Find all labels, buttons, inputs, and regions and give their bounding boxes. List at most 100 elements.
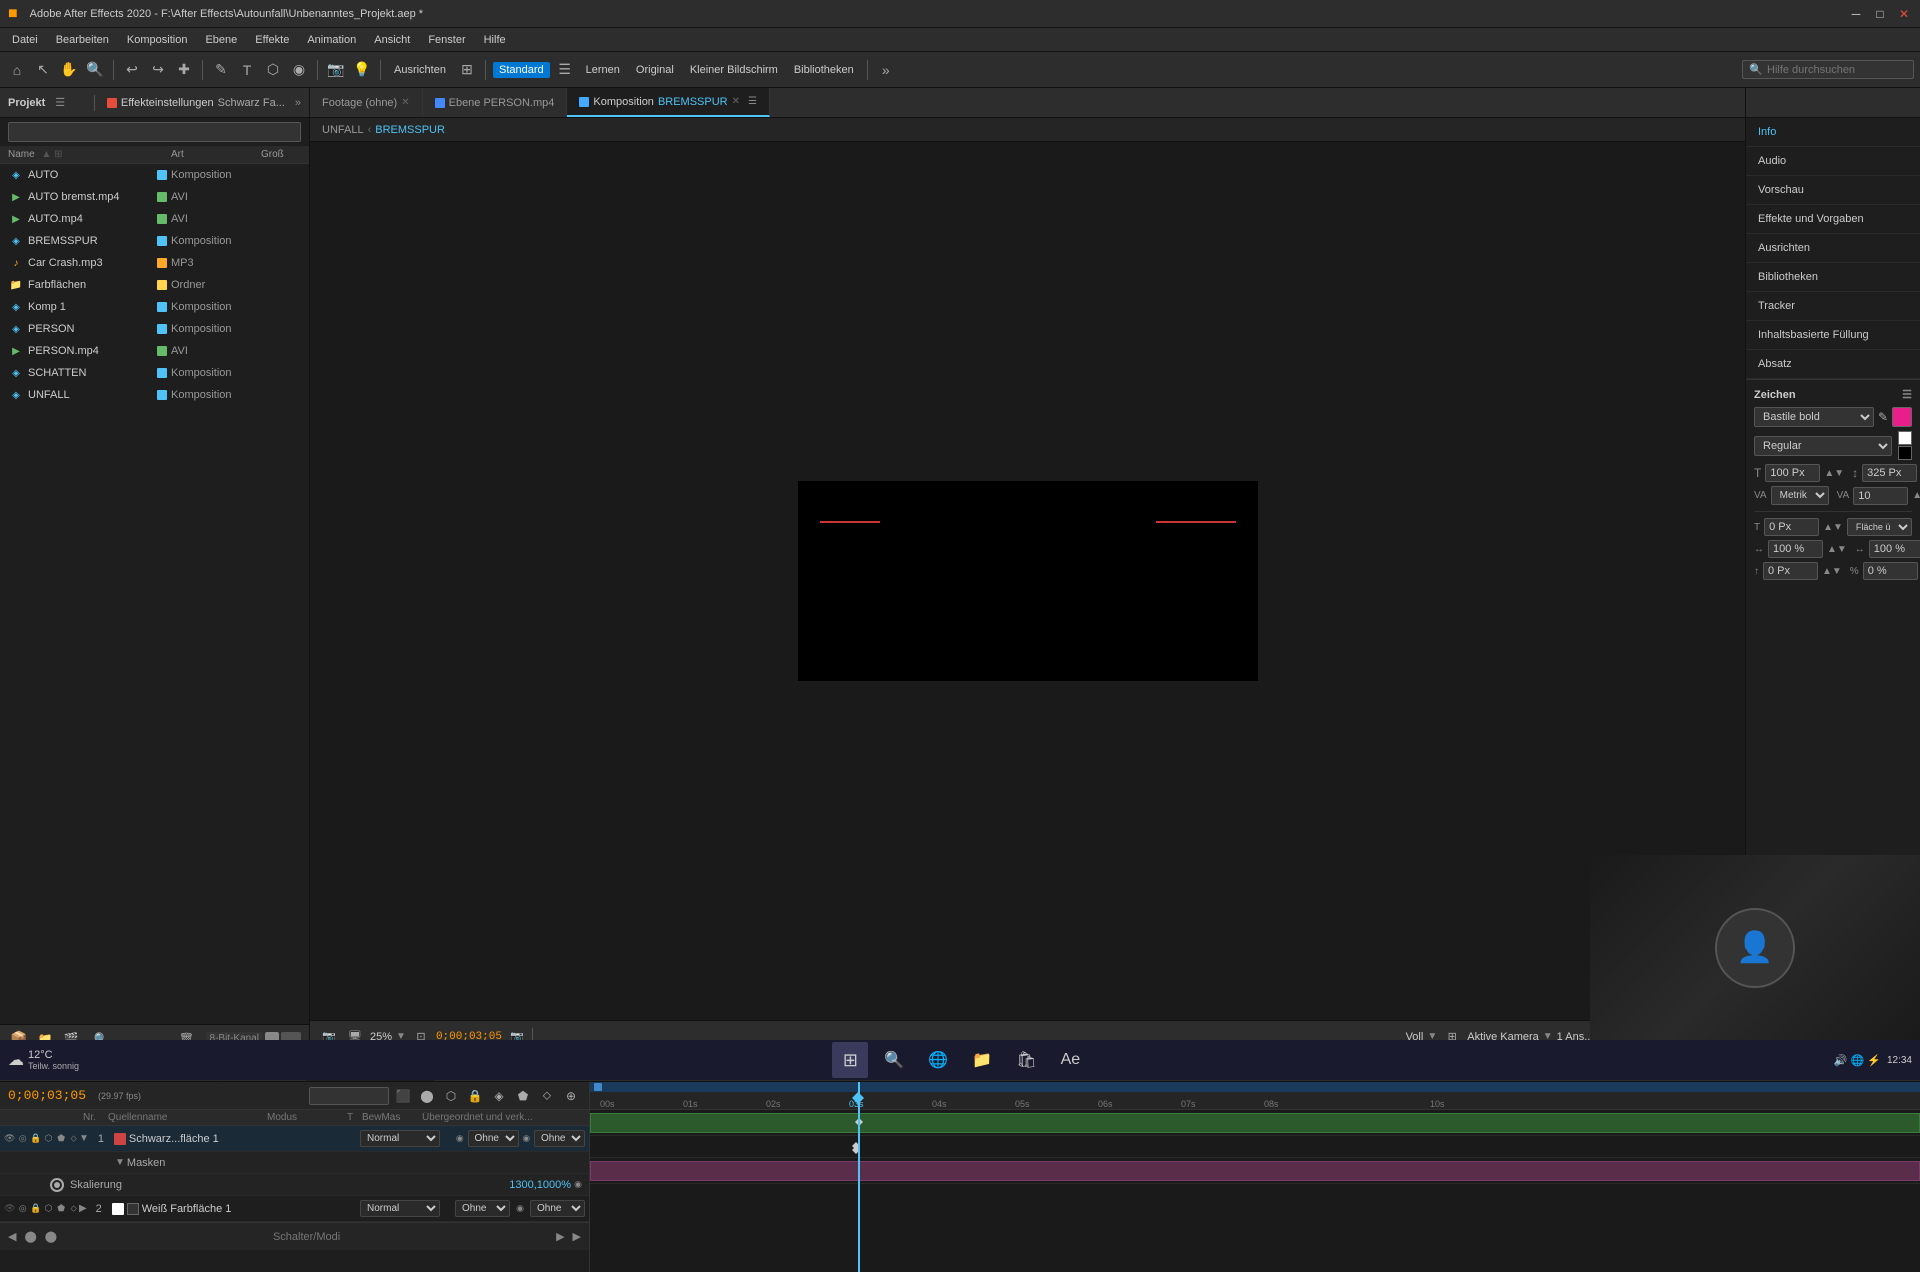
tool-home[interactable]: ⌂ <box>6 59 28 81</box>
expand-left-icon[interactable]: » <box>295 97 301 109</box>
tab-comp[interactable]: Komposition BREMSSPUR ✕ ☰ <box>567 88 770 117</box>
kern-arrow[interactable]: ▲▼ <box>1912 490 1920 501</box>
menu-animation[interactable]: Animation <box>299 32 364 48</box>
layer-1-eye[interactable]: 👁 <box>4 1132 15 1146</box>
file-item-person.mp4[interactable]: ▶ PERSON.mp4 AVI <box>0 340 309 362</box>
layer-2-motion[interactable]: ⬟ <box>56 1202 67 1216</box>
ratio-input[interactable] <box>1863 562 1918 580</box>
tb-ae[interactable]: Ae <box>1052 1042 1088 1078</box>
right-menu-vorschau[interactable]: Vorschau <box>1746 176 1920 205</box>
layer-1-expand[interactable]: ▼ <box>79 1133 89 1144</box>
right-menu-ausrichten[interactable]: Ausrichten <box>1746 234 1920 263</box>
sc-btn-5[interactable]: ▶ <box>573 1230 581 1243</box>
layer-2-bm2[interactable]: Ohne <box>530 1200 585 1217</box>
file-item-komp-1[interactable]: ◈ Komp 1 Komposition <box>0 296 309 318</box>
expand-icon[interactable]: » <box>875 59 897 81</box>
skalierung-link[interactable]: ◉ <box>571 1178 585 1192</box>
flache-arrow[interactable]: ▲▼ <box>1823 522 1843 533</box>
flache-input[interactable] <box>1764 518 1819 536</box>
project-search-input[interactable] <box>8 122 301 142</box>
menu-komposition[interactable]: Komposition <box>119 32 196 48</box>
tool-hand[interactable]: ✋ <box>58 59 80 81</box>
menu-ebene[interactable]: Ebene <box>197 32 245 48</box>
layer-2-bm-icon2[interactable]: ◉ <box>513 1202 527 1216</box>
file-item-car-crash.mp3[interactable]: ♪ Car Crash.mp3 MP3 <box>0 252 309 274</box>
tl-ctrl-7[interactable]: ⬦ <box>537 1086 557 1106</box>
layer-1-bm-icon[interactable]: ◉ <box>455 1132 465 1146</box>
tl-ctrl-3[interactable]: ⬡ <box>441 1086 461 1106</box>
tb-edge[interactable]: 🌐 <box>920 1042 956 1078</box>
right-menu-effekte-und-vorgaben[interactable]: Effekte und Vorgaben <box>1746 205 1920 234</box>
tl-ctrl-8[interactable]: ⊕ <box>561 1086 581 1106</box>
tool-zoom[interactable]: 🔍 <box>84 59 106 81</box>
right-menu-bibliotheken[interactable]: Bibliotheken <box>1746 263 1920 292</box>
sc-btn-4[interactable]: ▶ <box>556 1230 564 1243</box>
align-icon[interactable]: ⊞ <box>456 59 478 81</box>
footage-tab-close[interactable]: ✕ <box>401 97 409 108</box>
layer-2-lock[interactable]: 🔒 <box>30 1202 41 1216</box>
lernen-button[interactable]: Lernen <box>580 62 626 78</box>
tool-camera[interactable]: 📷 <box>325 59 347 81</box>
project-menu-icon[interactable]: ☰ <box>55 96 65 109</box>
layer-1-bm[interactable]: Ohne <box>468 1130 519 1147</box>
tool-text[interactable]: T <box>236 59 258 81</box>
kleiner-button[interactable]: Kleiner Bildschirm <box>684 62 784 78</box>
comp-tab-menu[interactable]: ☰ <box>748 96 757 107</box>
tl-ctrl-5[interactable]: ◈ <box>489 1086 509 1106</box>
metric-select[interactable]: Metrik <box>1771 486 1829 505</box>
layer-1-motion[interactable]: ⬟ <box>56 1132 67 1146</box>
tb-start[interactable]: ⊞ <box>832 1042 868 1078</box>
font-select[interactable]: Bastile bold <box>1754 407 1874 427</box>
file-item-schatten[interactable]: ◈ SCHATTEN Komposition <box>0 362 309 384</box>
layer-2-color[interactable] <box>112 1203 124 1215</box>
baseline-arrow[interactable]: ▲▼ <box>1822 566 1842 577</box>
playhead-handle[interactable] <box>594 1083 602 1091</box>
comp-tab-close[interactable]: ✕ <box>732 96 740 107</box>
tab-footage[interactable]: Footage (ohne) ✕ <box>310 88 423 117</box>
tl-ctrl-6[interactable]: ⬟ <box>513 1086 533 1106</box>
tracking2-input[interactable] <box>1869 540 1920 558</box>
layer-2-frame[interactable]: ⬦ <box>68 1202 79 1216</box>
white-swatch[interactable] <box>1898 431 1912 445</box>
tb-search[interactable]: 🔍 <box>876 1042 912 1078</box>
breadcrumb-parent[interactable]: UNFALL <box>322 124 364 136</box>
right-menu-absatz[interactable]: Absatz <box>1746 350 1920 379</box>
file-item-bremsspur[interactable]: ◈ BREMSSPUR Komposition <box>0 230 309 252</box>
tracking-arrow[interactable]: ▲▼ <box>1827 544 1847 555</box>
menu-bearbeiten[interactable]: Bearbeiten <box>48 32 117 48</box>
tool-pen[interactable]: ✎ <box>210 59 232 81</box>
tb-explorer[interactable]: 📁 <box>964 1042 1000 1078</box>
menu-effekte[interactable]: Effekte <box>247 32 297 48</box>
layer-1-bm-icon2[interactable]: ◉ <box>522 1132 532 1146</box>
skalierung-stopwatch[interactable] <box>50 1178 64 1192</box>
sc-btn-1[interactable]: ◀ <box>8 1230 16 1243</box>
file-item-farbflächen[interactable]: 📁 Farbflächen Ordner <box>0 274 309 296</box>
layer-1-collapse[interactable]: ⬡ <box>43 1132 54 1146</box>
file-item-auto.mp4[interactable]: ▶ AUTO.mp4 AVI <box>0 208 309 230</box>
align-button[interactable]: Ausrichten <box>388 62 452 78</box>
file-item-unfall[interactable]: ◈ UNFALL Komposition <box>0 384 309 406</box>
original-button[interactable]: Original <box>630 62 680 78</box>
file-item-auto[interactable]: ◈ AUTO Komposition <box>0 164 309 186</box>
layer-2-bm[interactable]: Ohne <box>455 1200 510 1217</box>
tool-arrow[interactable]: ↖ <box>32 59 54 81</box>
layer-2-expand[interactable]: ▶ <box>79 1203 87 1214</box>
sc-btn-2[interactable]: ⬤ <box>24 1230 36 1243</box>
sc-btn-3[interactable]: ⬤ <box>45 1230 57 1243</box>
tl-ctrl-2[interactable]: ⬤ <box>417 1086 437 1106</box>
maximize-btn[interactable]: □ <box>1872 6 1888 22</box>
help-search-input[interactable] <box>1767 64 1907 76</box>
layer-1-color[interactable] <box>114 1133 126 1145</box>
tl-ctrl-1[interactable]: ⬛ <box>393 1086 413 1106</box>
right-menu-inhaltsbasierte-füllung[interactable]: Inhaltsbasierte Füllung <box>1746 321 1920 350</box>
playhead-bar[interactable] <box>590 1082 1920 1092</box>
layer-2-solo[interactable]: ◎ <box>17 1202 28 1216</box>
tool-light[interactable]: 💡 <box>351 59 373 81</box>
right-menu-info[interactable]: Info <box>1746 118 1920 147</box>
search-bar-toolbar[interactable]: 🔍 <box>1742 60 1914 79</box>
tracking-input[interactable] <box>1768 540 1823 558</box>
tool-add[interactable]: ✚ <box>173 59 195 81</box>
right-menu-audio[interactable]: Audio <box>1746 147 1920 176</box>
tool-undo[interactable]: ↩ <box>121 59 143 81</box>
workspace-menu-icon[interactable]: ☰ <box>554 59 576 81</box>
